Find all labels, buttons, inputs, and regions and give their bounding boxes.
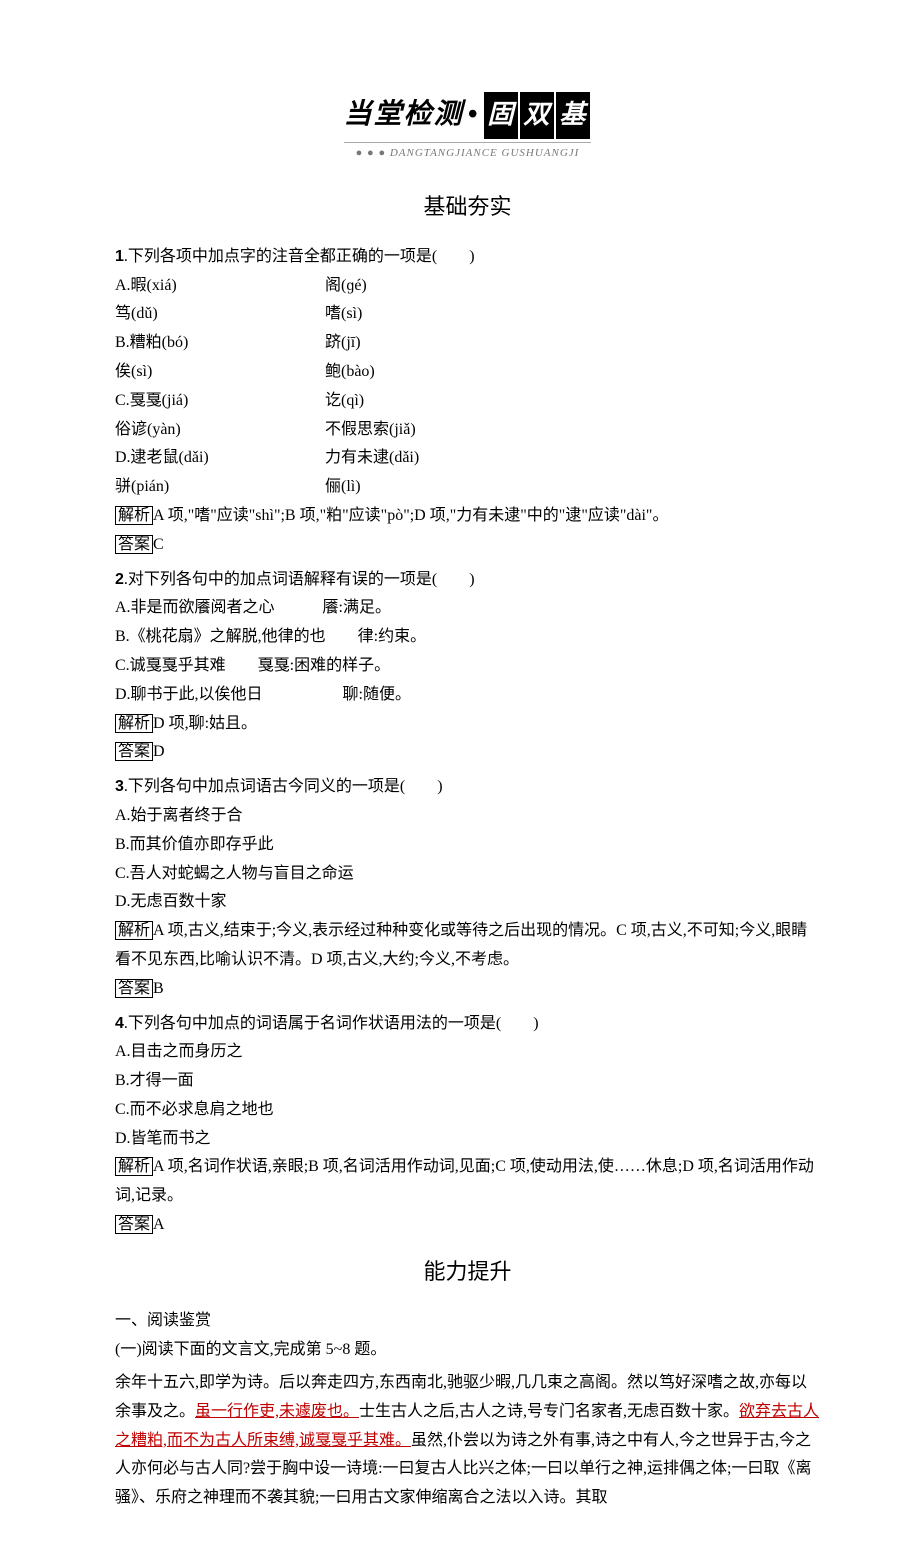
q1-opt-b3: 俟(sì) (115, 358, 315, 387)
section-title-ability: 能力提升 (115, 1252, 820, 1292)
q2-opt-d: D.聊书于此,以俟他日 聊:随便。 (115, 681, 820, 710)
q2-opt-a: A.非是而欲餍阅者之心 餍:满足。 (115, 594, 820, 623)
q1-opt-a2: 阁(ɡé) (325, 272, 820, 301)
q4-opt-c: C.而不必求息肩之地也 (115, 1096, 820, 1125)
q4-options: A.目击之而身历之 B.才得一面 C.而不必求息肩之地也 D.皆笔而书之 (115, 1038, 820, 1153)
q3-answer: 答案B (115, 975, 820, 1004)
q4-opt-a: A.目击之而身历之 (115, 1038, 820, 1067)
header-pinyin: ● ● ● DANGTANGJIANCE GUSHUANGJI (344, 142, 592, 164)
q2-opt-c: C.诚戛戛乎其难 戛戛:困难的样子。 (115, 652, 820, 681)
underlined-sentence-1: 虽一行作吏,未遽废也。 (195, 1403, 359, 1420)
q1-stem: 1.下列各项中加点字的注音全都正确的一项是( ) (115, 243, 820, 272)
q4-stem: 4.下列各句中加点的词语属于名词作状语用法的一项是( ) (115, 1010, 820, 1039)
reading-heading: 一、阅读鉴赏 (115, 1307, 820, 1336)
q4-analysis: 解析A 项,名词作状语,亲眼;B 项,名词活用作动词,见面;C 项,使动用法,使… (115, 1153, 820, 1211)
section-title-foundation: 基础夯实 (115, 187, 820, 227)
q1-opt-a4: 嗜(sì) (325, 300, 820, 329)
q3-analysis: 解析A 项,古义,结束于;今义,表示经过种种变化或等待之后出现的情况。C 项,古… (115, 917, 820, 975)
header-left-text: 当堂检测 (344, 99, 464, 130)
q1-opt-a3: 笃(dǔ) (115, 300, 315, 329)
q3-stem: 3.下列各句中加点词语古今同义的一项是( ) (115, 773, 820, 802)
q2-analysis: 解析D 项,聊:姑且。 (115, 710, 820, 739)
reading-passage: 余年十五六,即学为诗。后以奔走四方,东西南北,驰驱少暇,几几束之高阁。然以笃好深… (115, 1369, 820, 1513)
q1-analysis: 解析A 项,"嗜"应读"shì";B 项,"粕"应读"pò";D 项,"力有未逮… (115, 502, 820, 531)
q1-opt-b2: 跻(jī) (325, 329, 820, 358)
reading-subheading: (一)阅读下面的文言文,完成第 5~8 题。 (115, 1336, 820, 1365)
q1-opt-c1: C.戛戛(jiá) (115, 387, 315, 416)
q2-opt-b: B.《桃花扇》之解脱,他律的也 律:约束。 (115, 623, 820, 652)
q2-stem: 2.对下列各句中的加点词语解释有误的一项是( ) (115, 566, 820, 595)
q3-opt-b: B.而其价值亦即存乎此 (115, 831, 820, 860)
header-dot: • (468, 99, 480, 130)
q1-answer: 答案C (115, 531, 820, 560)
q1-opt-c2: 讫(qì) (325, 387, 820, 416)
q1-opt-d3: 骈(pián) (115, 473, 315, 502)
q1-opt-c3: 俗谚(yàn) (115, 416, 315, 445)
q3-opt-d: D.无虑百数十家 (115, 888, 820, 917)
q1-opt-a1: A.暇(xiá) (115, 272, 315, 301)
q1-opt-b1: B.糟粕(bó) (115, 329, 315, 358)
q1-opt-d2: 力有未逮(dǎi) (325, 444, 820, 473)
q1-options: A.暇(xiá) 阁(ɡé) 笃(dǔ) 嗜(sì) B.糟粕(bó) 跻(jī) 俟… (115, 272, 820, 502)
q1-opt-c4: 不假思索(jiǎ) (325, 416, 820, 445)
q1-opt-d4: 俪(lì) (325, 473, 820, 502)
q1-opt-d1: D.逮老鼠(dǎi) (115, 444, 315, 473)
q3-opt-c: C.吾人对蛇蝎之人物与盲目之命运 (115, 860, 820, 889)
q3-options: A.始于离者终于合 B.而其价值亦即存乎此 C.吾人对蛇蝎之人物与盲目之命运 D… (115, 802, 820, 917)
header-boxed-text: 固双基 (483, 92, 591, 139)
q4-opt-d: D.皆笔而书之 (115, 1125, 820, 1154)
q4-answer: 答案A (115, 1211, 820, 1240)
q1-opt-b4: 鲍(bào) (325, 358, 820, 387)
q2-options: A.非是而欲餍阅者之心 餍:满足。 B.《桃花扇》之解脱,他律的也 律:约束。 … (115, 594, 820, 709)
q3-opt-a: A.始于离者终于合 (115, 802, 820, 831)
q4-opt-b: B.才得一面 (115, 1067, 820, 1096)
header-banner: 当堂检测 • 固双基 ● ● ● DANGTANGJIANCE GUSHUANG… (115, 90, 820, 167)
q2-answer: 答案D (115, 738, 820, 767)
